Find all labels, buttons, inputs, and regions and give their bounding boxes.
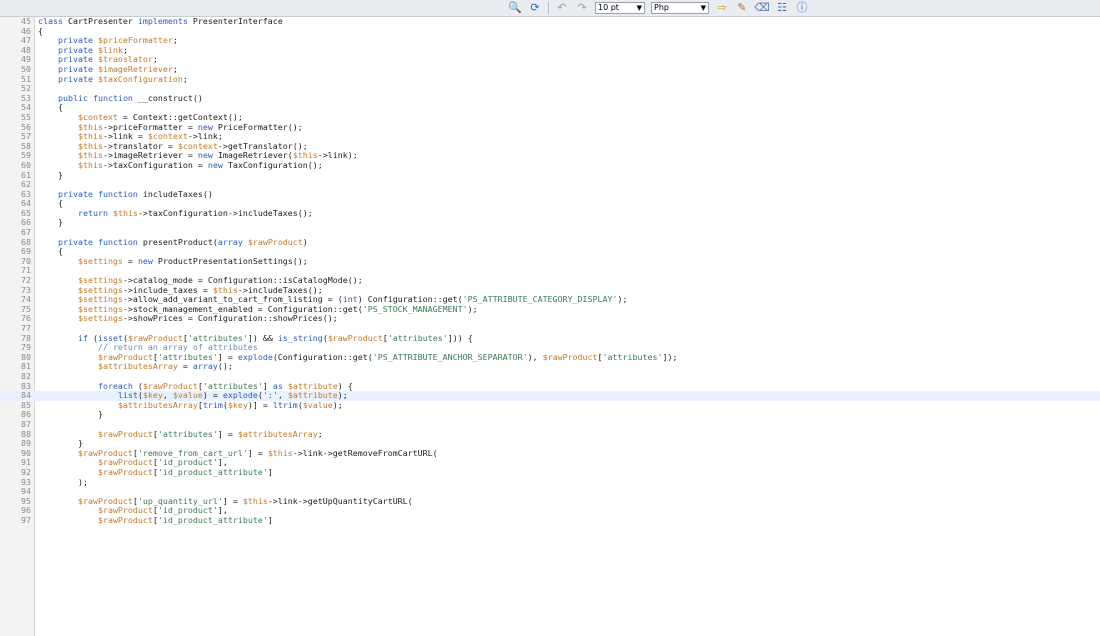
- editor-toolbar: 🔍 ⟳ ↶ ↷ 10 pt ▼ Php ▼ ⇨ ✎ ⌫ ☷ ⓘ: [0, 0, 1100, 17]
- refresh-icon[interactable]: ⟳: [528, 1, 542, 15]
- code-line[interactable]: 60 $this->taxConfiguration = new TaxConf…: [0, 160, 1100, 171]
- code-text[interactable]: }: [38, 170, 63, 181]
- language-value: Php: [654, 3, 669, 12]
- code-line[interactable]: 48 private $link;: [0, 45, 1100, 56]
- code-area[interactable]: 45 class CartPresenter implements Present…: [0, 16, 1100, 526]
- code-line[interactable]: 47 private $priceFormatter;: [0, 35, 1100, 46]
- code-text[interactable]: class CartPresenter implements Presenter…: [38, 16, 283, 27]
- code-text[interactable]: $rawProduct['id_product_attribute']: [38, 515, 273, 526]
- font-size-value: 10 pt: [598, 3, 619, 12]
- code-line[interactable]: 70 $settings = new ProductPresentationSe…: [0, 256, 1100, 267]
- code-text[interactable]: private function presentProduct(array $r…: [38, 237, 308, 248]
- code-line[interactable]: 68 private function presentProduct(array…: [0, 237, 1100, 248]
- font-size-select[interactable]: 10 pt ▼: [595, 2, 645, 14]
- code-line[interactable]: 51 private $taxConfiguration;: [0, 74, 1100, 85]
- code-line[interactable]: 76 $settings->showPrices = Configuration…: [0, 314, 1100, 324]
- code-text[interactable]: return $this->taxConfiguration->includeT…: [38, 208, 313, 219]
- highlight-icon[interactable]: ✎: [735, 1, 749, 15]
- code-line[interactable]: 65 return $this->taxConfiguration->inclu…: [0, 208, 1100, 219]
- undo-icon[interactable]: ↶: [555, 1, 569, 15]
- code-line[interactable]: 86 }: [0, 410, 1100, 420]
- toolbar-separator: [548, 2, 549, 14]
- code-line[interactable]: 88 $rawProduct['attributes'] = $attribut…: [0, 429, 1100, 440]
- code-line[interactable]: 93 );: [0, 477, 1100, 488]
- code-text[interactable]: $settings = new ProductPresentationSetti…: [38, 256, 308, 267]
- code-line[interactable]: 81 $attributesArray = array();: [0, 362, 1100, 372]
- binoculars-icon[interactable]: 🔍: [508, 1, 522, 15]
- line-number: 97: [21, 514, 31, 525]
- code-text[interactable]: private function includeTaxes(): [38, 189, 213, 200]
- code-line[interactable]: 53 public function __construct(): [0, 93, 1100, 104]
- code-line[interactable]: 63 private function includeTaxes(): [0, 189, 1100, 200]
- help-icon[interactable]: ⓘ: [795, 1, 809, 15]
- code-line[interactable]: 85 $attributesArray[trim($key)] = ltrim(…: [0, 400, 1100, 411]
- language-select[interactable]: Php ▼: [651, 2, 709, 14]
- code-line[interactable]: 97 $rawProduct['id_product_attribute']: [0, 514, 1100, 526]
- code-line[interactable]: 92 $rawProduct['id_product_attribute']: [0, 467, 1100, 478]
- code-text[interactable]: $attributesArray = array();: [38, 362, 233, 372]
- redo-icon[interactable]: ↷: [575, 1, 589, 15]
- erase-icon[interactable]: ⌫: [754, 1, 770, 15]
- code-text[interactable]: $settings->showPrices = Configuration::s…: [38, 314, 338, 324]
- chevron-down-icon: ▼: [636, 4, 642, 12]
- code-line[interactable]: 45 class CartPresenter implements Present…: [0, 16, 1100, 27]
- chevron-down-icon: ▼: [700, 4, 706, 12]
- arrow-icon[interactable]: ⇨: [715, 1, 729, 15]
- code-text[interactable]: );: [38, 477, 88, 488]
- settings-icon[interactable]: ☷: [775, 1, 789, 15]
- code-line[interactable]: 66 }: [0, 218, 1100, 228]
- code-text[interactable]: }: [38, 410, 103, 420]
- code-text[interactable]: private $taxConfiguration;: [38, 74, 188, 85]
- code-text[interactable]: }: [38, 218, 63, 228]
- toolbar-group: 🔍 ⟳ ↶ ↷ 10 pt ▼ Php ▼ ⇨ ✎ ⌫ ☷ ⓘ: [508, 1, 809, 15]
- code-line[interactable]: 61 }: [0, 170, 1100, 181]
- code-text[interactable]: $this->taxConfiguration = new TaxConfigu…: [38, 160, 323, 171]
